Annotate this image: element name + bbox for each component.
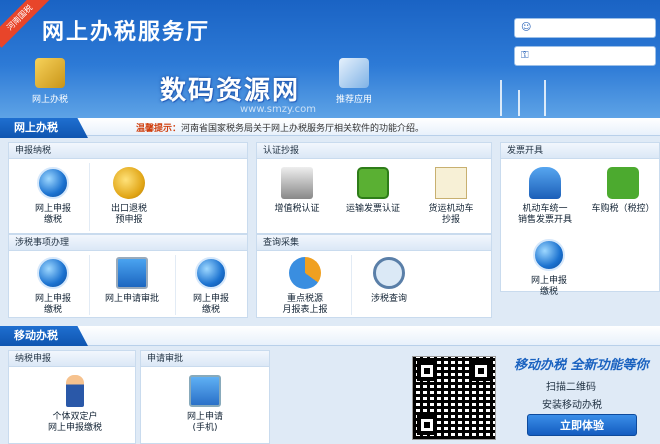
- password-field[interactable]: ⚿: [514, 46, 656, 66]
- magnifier-icon: [373, 257, 405, 289]
- panel-query: 查询采集 重点税源 月报表上报 涉税查询: [256, 234, 492, 318]
- mobile-section-tab[interactable]: 移动办税: [0, 326, 88, 346]
- promo-line-install: 安装移动办税: [542, 400, 602, 411]
- divider: [89, 163, 90, 231]
- password-input[interactable]: [537, 49, 651, 63]
- panel-title: 纳税申报: [9, 351, 135, 367]
- item-label: 网上申报 缴税: [530, 276, 567, 297]
- item-vat-certify[interactable]: 增值税认证: [265, 167, 329, 215]
- watermark-text: 数码资源网: [160, 76, 301, 106]
- panel-title: 涉税事项办理: [9, 235, 247, 251]
- user-icon: ☺: [521, 22, 532, 33]
- username-field[interactable]: ☺: [514, 18, 656, 38]
- item-label: 个体双定户 网上申报缴税: [47, 412, 102, 433]
- panel-title: 认证抄报: [257, 143, 491, 159]
- item-export-rebate[interactable]: 出口退税 预申报: [97, 167, 161, 226]
- panel-title: 发票开具: [501, 143, 659, 159]
- item-mobile-approval[interactable]: 网上申请 (手机): [173, 375, 237, 434]
- online-section-tab[interactable]: 网上办税: [0, 118, 88, 138]
- panel-invoice: 发票开具 机动车统一 销售发票开具 车购税（税控） 网上申报 缴税: [500, 142, 660, 297]
- person-icon: [66, 375, 84, 407]
- nav-label: 推荐应用: [335, 95, 372, 105]
- item-label: 网上申请审批: [104, 294, 159, 304]
- key-icon: ⚿: [521, 50, 529, 61]
- item-online-declare-3[interactable]: 网上申报 缴税: [517, 239, 581, 298]
- mobile-section-bar: 移动办税: [0, 326, 660, 346]
- divider: [89, 255, 90, 315]
- item-vehicle-tax[interactable]: 车购税（税控）: [587, 167, 659, 215]
- qr-finder: [471, 361, 491, 381]
- vehicle-tax-icon: [607, 167, 639, 199]
- printer-icon: [281, 167, 313, 199]
- item-online-declare[interactable]: 网上申报 缴税: [21, 167, 85, 226]
- apps-icon: [339, 58, 369, 88]
- item-individual-declare[interactable]: 个体双定户 网上申报缴税: [35, 375, 115, 434]
- item-vehicle-invoice[interactable]: 机动车统一 销售发票开具: [509, 167, 581, 226]
- turbine-icon: [518, 90, 520, 116]
- globe-icon: [533, 239, 565, 271]
- item-online-declare-4[interactable]: 网上申报 缴税: [179, 257, 243, 316]
- item-online-approval[interactable]: 网上申请审批: [95, 257, 169, 305]
- mobile-promo-title: 移动办税 全新功能等你: [514, 358, 649, 373]
- truck-icon: [357, 167, 389, 199]
- item-label: 车购税（税控）: [591, 204, 655, 214]
- item-label: 货运机动车 抄报: [428, 204, 474, 225]
- item-key-source-report[interactable]: 重点税源 月报表上报: [265, 257, 345, 316]
- item-label: 增值税认证: [274, 204, 320, 214]
- turbine-icon: [544, 80, 546, 116]
- qr-code: [412, 356, 496, 440]
- coin-icon: [113, 167, 145, 199]
- nav-online-tax[interactable]: 网上办税: [22, 58, 78, 105]
- panel-matters: 涉税事项办理 网上申报 缴税 网上申请审批 网上申报 缴税: [8, 234, 248, 318]
- try-now-button[interactable]: 立即体验: [527, 414, 637, 436]
- app-title: 网上办税服务厅: [42, 20, 211, 45]
- globe-icon: [195, 257, 227, 289]
- car-icon: [529, 167, 561, 199]
- item-tax-query[interactable]: 涉税查询: [357, 257, 421, 305]
- item-label: 机动车统一 销售发票开具: [517, 204, 572, 225]
- document-icon: [435, 167, 467, 199]
- panel-title: 申请审批: [141, 351, 269, 367]
- qr-finder: [417, 361, 437, 381]
- divider: [351, 255, 352, 315]
- qr-finder: [417, 415, 437, 435]
- panel-mobile-approve: 申请审批 网上申请 (手机): [140, 350, 270, 444]
- item-label: 网上申报 缴税: [34, 204, 71, 225]
- header-banner: 河南国税 网上办税服务厅 ☺ ⚿ 网上办税 推荐应用 数码资源网 www.smz…: [0, 0, 660, 118]
- turbine-icon: [500, 80, 502, 116]
- panel-mobile-tax: 纳税申报 个体双定户 网上申报缴税: [8, 350, 136, 444]
- item-freight-vehicle[interactable]: 货运机动车 抄报: [419, 167, 483, 226]
- panel-certify: 认证抄报 增值税认证 运输发票认证 货运机动车 抄报: [256, 142, 492, 234]
- panel-title: 申报纳税: [9, 143, 247, 159]
- monitor-icon: [116, 257, 148, 289]
- item-label: 网上申请 (手机): [186, 412, 223, 433]
- item-label: 网上申报 缴税: [34, 294, 71, 315]
- item-label: 涉税查询: [370, 294, 407, 304]
- divider: [175, 255, 176, 315]
- nav-recommended-apps[interactable]: 推荐应用: [326, 58, 382, 105]
- item-label: 重点税源 月报表上报: [282, 294, 328, 315]
- item-label: 出口退税 预申报: [110, 204, 147, 225]
- calculator-icon: [189, 375, 221, 407]
- item-label: 运输发票认证: [345, 204, 400, 214]
- globe-icon: [37, 257, 69, 289]
- notice-label: 温馨提示：: [136, 124, 182, 134]
- panel-declare: 申报纳税 网上申报 缴税 出口退税 预申报: [8, 142, 248, 234]
- item-online-declare-2[interactable]: 网上申报 缴税: [21, 257, 85, 316]
- pie-chart-icon: [289, 257, 321, 289]
- notice-text[interactable]: 河南省国家税务局关于网上办税服务厅相关软件的功能介绍。: [181, 124, 424, 134]
- item-transport-invoice[interactable]: 运输发票认证: [341, 167, 405, 215]
- item-label: 网上申报 缴税: [192, 294, 229, 315]
- username-input[interactable]: [537, 21, 651, 35]
- nav-label: 网上办税: [31, 95, 68, 105]
- tax-icon: [35, 58, 65, 88]
- notice: 温馨提示：河南省国家税务局关于网上办税服务厅相关软件的功能介绍。: [136, 121, 424, 134]
- panel-title: 查询采集: [257, 235, 491, 251]
- watermark-url: www.smzy.com: [240, 104, 317, 115]
- globe-icon: [37, 167, 69, 199]
- promo-line-scan: 扫描二维码: [546, 382, 596, 393]
